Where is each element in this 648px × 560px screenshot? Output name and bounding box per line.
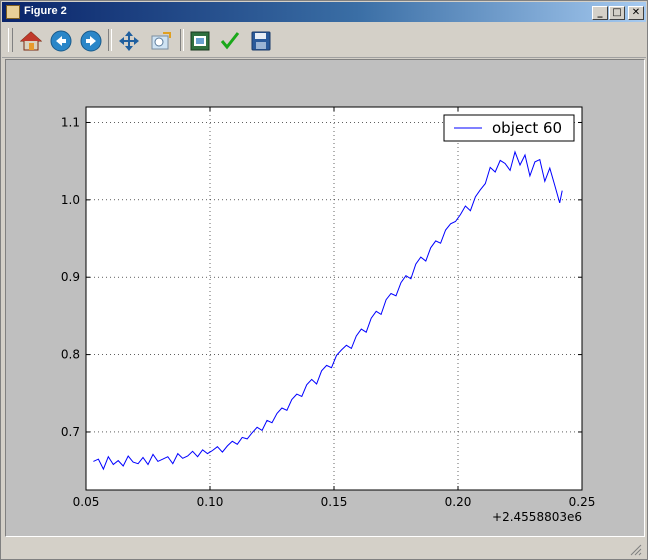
figure-canvas[interactable]: 0.05 0.10 0.15 0.20 0.25 0.7 0.8 0.9 1.0 1.1 +2.45…	[5, 59, 645, 537]
toolbar-grip[interactable]	[8, 28, 13, 52]
save-button[interactable]	[248, 28, 274, 54]
back-button[interactable]	[48, 28, 74, 54]
y-tick-label: 0.7	[61, 425, 80, 439]
x-tick-label: 0.15	[321, 495, 348, 509]
x-tick-label: 0.20	[445, 495, 472, 509]
title-bar[interactable]: Figure 2 _ □ ✕	[2, 2, 646, 22]
close-button[interactable]: ✕	[628, 6, 644, 20]
floppy-disk-icon	[251, 31, 271, 51]
maximize-button[interactable]: □	[609, 6, 625, 20]
y-tick-label: 0.9	[61, 270, 80, 284]
subplots-icon	[190, 31, 210, 51]
status-bar	[2, 539, 646, 559]
resize-grip-icon[interactable]	[630, 544, 642, 556]
toolbar	[2, 23, 646, 58]
x-tick-label: 0.25	[569, 495, 596, 509]
home-button[interactable]	[18, 28, 44, 54]
line-chart[interactable]: 0.05 0.10 0.15 0.20 0.25 0.7 0.8 0.9 1.0 1.1 +2.45…	[6, 60, 644, 536]
toolbar-separator	[108, 29, 112, 51]
zoom-rect-icon	[151, 32, 171, 50]
home-icon	[20, 31, 42, 51]
checkmark-icon	[220, 32, 240, 50]
subplots-button[interactable]	[187, 28, 213, 54]
pan-button[interactable]	[116, 28, 142, 54]
arrow-left-icon	[50, 30, 72, 52]
forward-button[interactable]	[78, 28, 104, 54]
y-tick-label: 1.0	[61, 193, 80, 207]
window-title: Figure 2	[24, 5, 67, 17]
edit-axis-button[interactable]	[217, 28, 243, 54]
x-tick-label: 0.10	[197, 495, 224, 509]
app-window: Figure 2 _ □ ✕ 0.05 0.10 0.15 0.20 0.25 …	[0, 0, 648, 560]
legend-label: object 60	[492, 119, 562, 137]
move-icon	[119, 31, 139, 51]
x-tick-label: 0.05	[73, 495, 100, 509]
zoom-button[interactable]	[148, 28, 174, 54]
toolbar-separator	[180, 29, 184, 51]
plot-area	[86, 107, 582, 490]
y-tick-label: 1.1	[61, 115, 80, 129]
app-icon	[6, 5, 20, 19]
minimize-button[interactable]: _	[592, 6, 608, 20]
y-tick-label: 0.8	[61, 348, 80, 362]
x-offset-label: +2.4558803e6	[492, 510, 582, 524]
arrow-right-icon	[80, 30, 102, 52]
